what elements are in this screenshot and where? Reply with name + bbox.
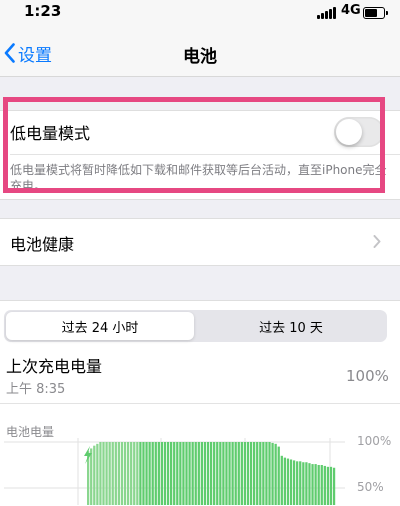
- battery-level-bar: [311, 464, 314, 505]
- battery-level-bar: [305, 462, 308, 505]
- battery-health-label: 电池健康: [10, 235, 75, 254]
- battery-level-bar: [139, 442, 142, 505]
- segment-10-days[interactable]: 过去 10 天: [196, 312, 386, 340]
- y-tick-100: 100%: [357, 434, 392, 448]
- last-charge-title: 上次充电电量: [6, 357, 103, 376]
- chevron-right-icon: [373, 235, 381, 248]
- battery-level-bar: [185, 442, 188, 505]
- battery-level-bar: [173, 442, 176, 505]
- battery-level-bar: [120, 442, 124, 505]
- battery-level-bar: [274, 443, 277, 505]
- battery-level-bar: [163, 442, 167, 505]
- battery-level-bar: [114, 442, 117, 505]
- page-title: 电池: [183, 47, 217, 67]
- battery-level-bar: [280, 455, 283, 505]
- battery-level-bar: [170, 442, 173, 505]
- battery-level-bar: [203, 442, 207, 505]
- battery-level-bar: [243, 442, 247, 505]
- battery-level-bar: [130, 442, 133, 505]
- battery-level-bar: [296, 461, 299, 505]
- battery-level-bar: [277, 446, 280, 505]
- battery-level-bar: [246, 442, 250, 505]
- battery-level-bar: [111, 442, 114, 505]
- battery-level-bar: [157, 442, 160, 505]
- battery-level-bar: [133, 442, 136, 505]
- battery-level-bar: [209, 442, 213, 505]
- battery-level-bar: [200, 442, 204, 505]
- battery-level-bar: [206, 442, 210, 505]
- battery-level-bar: [283, 457, 287, 505]
- battery-level-bar: [176, 442, 179, 505]
- battery-level-bar: [265, 442, 268, 505]
- battery-level-bar: [314, 464, 317, 505]
- battery-level-bar: [96, 443, 99, 505]
- battery-level-bar: [108, 442, 111, 505]
- status-time: 1:23: [24, 2, 62, 20]
- battery-level-bar: [240, 442, 243, 505]
- battery-level-bar: [271, 442, 274, 505]
- segment-24-hours[interactable]: 过去 24 小时: [6, 312, 194, 340]
- battery-level-bar: [302, 462, 305, 505]
- highlight-frame: [3, 97, 385, 193]
- battery-level-bar: [182, 442, 185, 505]
- battery-level-bar: [326, 466, 330, 505]
- battery-level-bar: [299, 461, 302, 505]
- battery-level-bar: [329, 466, 333, 505]
- battery-level-bar: [197, 442, 200, 505]
- battery-level-bar: [259, 442, 262, 505]
- battery-level-bar: [105, 442, 108, 505]
- battery-level-bar: [289, 459, 293, 505]
- battery-level-bar: [145, 442, 148, 505]
- last-charge-percent: 100%: [346, 367, 389, 385]
- battery-level-bar: [102, 442, 105, 505]
- network-type: 4G: [341, 3, 361, 18]
- battery-level-bar: [99, 442, 102, 505]
- battery-level-bar: [253, 442, 256, 505]
- battery-level-bar: [268, 442, 271, 505]
- battery-level-bar: [166, 442, 170, 505]
- battery-level-bar: [219, 442, 222, 505]
- battery-level-bar: [151, 442, 154, 505]
- battery-level-bar: [249, 442, 253, 505]
- battery-level-bar: [123, 442, 127, 505]
- battery-level-bar: [117, 442, 121, 505]
- battery-level-bar: [90, 448, 93, 505]
- battery-level-bar: [148, 442, 151, 505]
- battery-level-bar: [194, 442, 197, 505]
- battery-level-bar: [228, 442, 231, 505]
- battery-level-bar: [216, 442, 219, 505]
- battery-level-bar: [234, 442, 237, 505]
- battery-level-bar: [332, 467, 336, 505]
- battery-level-bar: [323, 465, 326, 505]
- battery-level-bar: [93, 445, 96, 505]
- divider: [0, 403, 400, 404]
- battery-level-bar: [262, 442, 265, 505]
- battery-level-bar: [179, 442, 182, 505]
- battery-level-bar: [237, 442, 240, 505]
- battery-level-bar: [126, 442, 130, 505]
- battery-level-bar: [292, 460, 296, 505]
- battery-level-bar: [191, 442, 194, 505]
- battery-level-bar: [317, 465, 320, 505]
- battery-level-bar: [320, 465, 323, 505]
- battery-level-bar: [308, 463, 311, 505]
- battery-level-bar: [256, 442, 259, 505]
- battery-level-bar: [160, 442, 164, 505]
- battery-level-bar: [142, 442, 145, 505]
- signal-icon: [317, 7, 337, 19]
- last-charge-time: 上午 8:35: [6, 382, 66, 397]
- y-tick-50: 50%: [357, 480, 384, 494]
- battery-level-bar: [286, 458, 290, 505]
- battery-level-bar: [188, 442, 191, 505]
- battery-level-bar: [222, 442, 225, 505]
- battery-level-bar: [225, 442, 228, 505]
- battery-level-bar: [213, 442, 216, 505]
- battery-level-bar: [154, 442, 157, 505]
- battery-level-bar: [136, 442, 139, 505]
- battery-icon: [363, 7, 388, 19]
- battery-level-bar: [231, 442, 234, 505]
- battery-level-chart: [4, 438, 345, 505]
